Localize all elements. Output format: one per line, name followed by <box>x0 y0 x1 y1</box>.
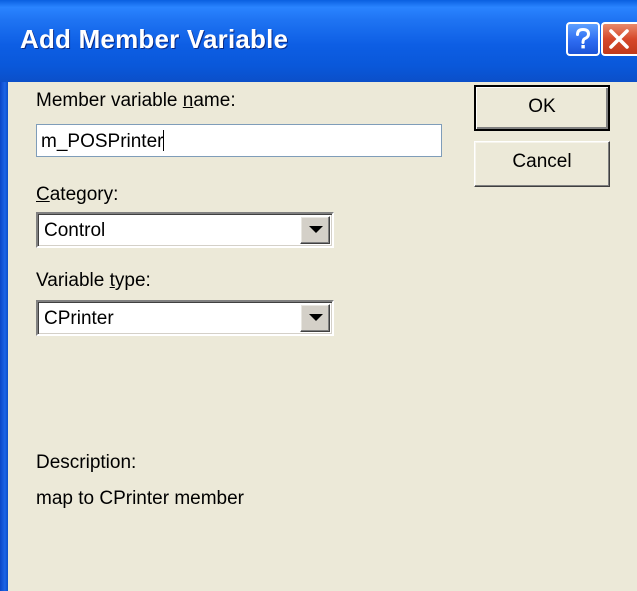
variable-type-selected-value: CPrinter <box>44 308 114 329</box>
add-member-variable-dialog: Add Member Variable Member variable name… <box>0 0 637 591</box>
close-icon <box>609 29 629 49</box>
question-mark-icon <box>576 27 591 49</box>
chevron-down-icon <box>309 314 323 321</box>
variable-type-combobox[interactable]: CPrinter <box>36 300 334 336</box>
description-label: Description: <box>36 452 137 473</box>
help-button[interactable] <box>566 22 600 56</box>
text-caret <box>163 130 165 151</box>
member-variable-name-value: m_POSPrinter <box>41 131 164 152</box>
cancel-button[interactable]: Cancel <box>474 141 610 187</box>
ok-button[interactable]: OK <box>474 85 610 131</box>
window-left-border <box>0 82 8 591</box>
description-text: map to CPrinter member <box>36 488 245 509</box>
category-combobox[interactable]: Control <box>36 212 334 248</box>
variable-type-label: Variable type: <box>36 270 151 291</box>
close-button[interactable] <box>601 22 637 56</box>
title-bar[interactable]: Add Member Variable <box>0 0 637 82</box>
chevron-down-icon <box>309 226 323 233</box>
window-title: Add Member Variable <box>20 24 289 54</box>
member-variable-name-input[interactable]: m_POSPrinter <box>36 124 442 157</box>
variable-type-dropdown-button[interactable] <box>300 304 330 332</box>
category-dropdown-button[interactable] <box>300 216 330 244</box>
category-label: Category: <box>36 184 119 205</box>
member-variable-name-label: Member variable name: <box>36 90 236 111</box>
category-selected-value: Control <box>44 220 106 241</box>
